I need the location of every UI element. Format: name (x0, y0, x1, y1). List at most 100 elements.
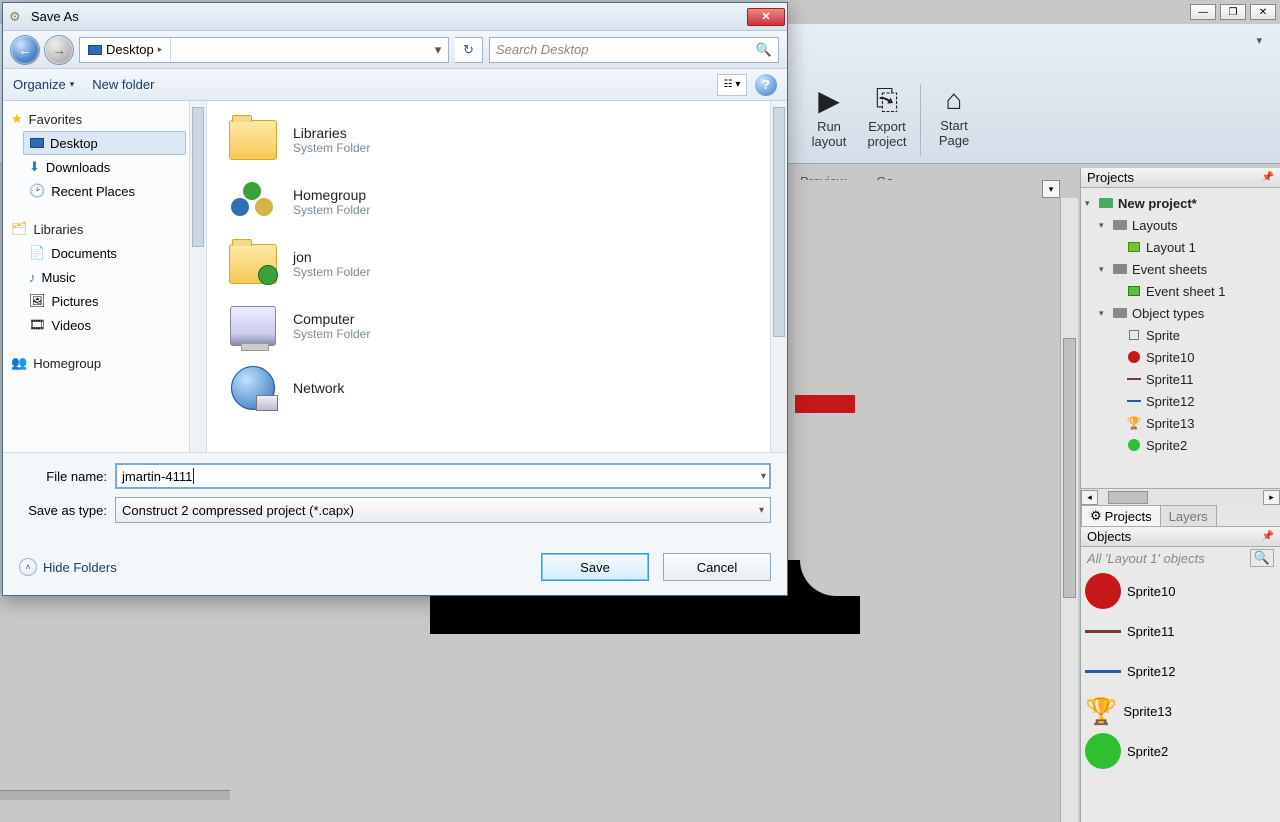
download-icon: ⬇ (29, 159, 40, 175)
file-name-label: File name: (19, 469, 107, 484)
desktop-icon (88, 45, 102, 55)
sprite10-instance[interactable] (795, 395, 855, 413)
view-mode-button[interactable]: ☷ ▾ (717, 74, 747, 96)
refresh-button[interactable]: ↻ (455, 37, 483, 63)
tree-event-sheets[interactable]: ▾Event sheets (1085, 258, 1278, 280)
save-as-dialog: ⚙ Save As ✕ ← → Desktop ▸ ▾ ↻ Search Des… (2, 2, 788, 596)
pin-icon[interactable]: 📌 (1262, 172, 1274, 183)
tree-sprite11[interactable]: Sprite11 (1085, 368, 1278, 390)
close-button[interactable]: ✕ (747, 8, 785, 26)
search-icon: 🔍 (756, 42, 772, 58)
run-layout-button[interactable]: ▶ Run layout (800, 84, 858, 156)
sidebar-videos[interactable]: 🎞Videos (11, 313, 206, 337)
tree-sprite13[interactable]: 🏆Sprite13 (1085, 412, 1278, 434)
export-icon: ⎘ (876, 84, 898, 117)
file-name-input[interactable]: jmartin-4111 ▾ (115, 463, 771, 489)
tree-layouts[interactable]: ▾Layouts (1085, 214, 1278, 236)
favorites-header[interactable]: ★Favorites (11, 107, 206, 131)
canvas-dropdown[interactable]: ▾ (1042, 180, 1060, 198)
ribbon-expand-icon[interactable]: ▾ (1256, 34, 1262, 47)
item-homegroup[interactable]: HomegroupSystem Folder (227, 171, 787, 233)
cancel-button[interactable]: Cancel (663, 553, 771, 581)
homegroup-header[interactable]: 👥Homegroup (11, 351, 206, 375)
organize-menu[interactable]: Organize ▾ (13, 77, 74, 92)
obj-sprite11[interactable]: Sprite11 (1085, 611, 1276, 651)
obj-sprite13[interactable]: 🏆Sprite13 (1085, 691, 1276, 731)
form-area: File name: jmartin-4111 ▾ Save as type: … (3, 452, 787, 543)
save-as-type-combo[interactable]: Construct 2 compressed project (*.capx) … (115, 497, 771, 523)
run-layout-label: Run layout (802, 119, 856, 149)
dialog-titlebar[interactable]: ⚙ Save As ✕ (3, 3, 787, 31)
tree-layout1[interactable]: Layout 1 (1085, 236, 1278, 258)
pin-icon[interactable]: 📌 (1262, 531, 1274, 542)
pictures-icon: 🖼 (29, 293, 46, 309)
sidebar-recent-places[interactable]: 🕑Recent Places (11, 179, 206, 203)
sidebar-pictures[interactable]: 🖼Pictures (11, 289, 206, 313)
videos-icon: 🎞 (29, 317, 46, 333)
objects-filter[interactable]: All 'Layout 1' objects 🔍 (1081, 547, 1280, 569)
nav-back-button[interactable]: ← (11, 36, 39, 64)
hide-folders-button[interactable]: ˄ Hide Folders (19, 558, 117, 576)
play-icon: ▶ (818, 84, 840, 117)
breadcrumb-dropdown[interactable]: ▾ (428, 42, 448, 58)
start-page-button[interactable]: ⌂ Start Page (925, 84, 983, 156)
item-computer[interactable]: ComputerSystem Folder (227, 295, 787, 357)
tab-layers[interactable]: Layers (1160, 505, 1217, 526)
documents-icon: 📄 (29, 245, 45, 261)
folder-icon (229, 120, 277, 160)
help-button[interactable]: ? (755, 74, 777, 96)
item-network[interactable]: Network (227, 357, 787, 419)
projects-panel-header[interactable]: Projects 📌 (1081, 168, 1280, 188)
right-panels: Projects 📌 ▾New project* ▾Layouts Layout… (1080, 168, 1280, 822)
tree-root[interactable]: ▾New project* (1085, 192, 1278, 214)
search-input[interactable]: Search Desktop 🔍 (489, 37, 779, 63)
libraries-header[interactable]: 🗂Libraries (11, 217, 206, 241)
item-libraries[interactable]: LibrariesSystem Folder (227, 109, 787, 171)
home-icon: ⌂ (946, 84, 963, 116)
tree-event-sheet1[interactable]: Event sheet 1 (1085, 280, 1278, 302)
project-tree[interactable]: ▾New project* ▾Layouts Layout 1 ▾Event s… (1081, 188, 1280, 488)
nav-forward-button[interactable]: → (45, 36, 73, 64)
scroll-left-icon[interactable]: ◂ (1081, 490, 1098, 505)
tab-projects[interactable]: ⚙Projects (1081, 505, 1161, 526)
obj-sprite10[interactable]: Sprite10 (1085, 571, 1276, 611)
tree-sprite[interactable]: Sprite (1085, 324, 1278, 346)
chevron-down-icon[interactable]: ▾ (759, 505, 764, 516)
item-jon[interactable]: jonSystem Folder (227, 233, 787, 295)
filter-search-icon[interactable]: 🔍 (1250, 549, 1274, 567)
tree-sprite12[interactable]: Sprite12 (1085, 390, 1278, 412)
sidebar-music[interactable]: ♪Music (11, 265, 206, 289)
obj-sprite2[interactable]: Sprite2 (1085, 731, 1276, 771)
minimize-button[interactable]: — (1190, 4, 1216, 20)
breadcrumb[interactable]: Desktop ▸ ▾ (79, 37, 449, 63)
sidebar-documents[interactable]: 📄Documents (11, 241, 206, 265)
export-project-button[interactable]: ⎘ Export project (858, 84, 916, 156)
objects-panel-title: Objects (1087, 529, 1131, 544)
app-close-button[interactable]: ✕ (1250, 4, 1276, 20)
tree-object-types[interactable]: ▾Object types (1085, 302, 1278, 324)
content-scrollbar[interactable] (770, 101, 787, 452)
breadcrumb-desktop[interactable]: Desktop ▸ (80, 38, 171, 62)
recent-icon: 🕑 (29, 183, 45, 199)
sidebar-downloads[interactable]: ⬇Downloads (11, 155, 206, 179)
canvas-vscroll[interactable] (1060, 198, 1078, 822)
tree-hscroll[interactable]: ◂ ▸ (1081, 488, 1280, 505)
nav-row: ← → Desktop ▸ ▾ ↻ Search Desktop 🔍 (3, 31, 787, 69)
objects-list[interactable]: Sprite10 Sprite11 Sprite12 🏆Sprite13 Spr… (1081, 569, 1280, 822)
sidebar-desktop[interactable]: Desktop (23, 131, 186, 155)
sidebar-scrollbar[interactable] (189, 101, 206, 452)
new-folder-button[interactable]: New folder (92, 77, 154, 92)
objects-panel-header[interactable]: Objects 📌 (1081, 527, 1280, 547)
scroll-right-icon[interactable]: ▸ (1263, 490, 1280, 505)
desktop-icon (30, 138, 44, 148)
tree-sprite10[interactable]: Sprite10 (1085, 346, 1278, 368)
save-button[interactable]: Save (541, 553, 649, 581)
computer-icon (230, 306, 276, 346)
obj-sprite12[interactable]: Sprite12 (1085, 651, 1276, 691)
maximize-button[interactable]: ❐ (1220, 4, 1246, 20)
panel-divider[interactable] (0, 790, 230, 800)
file-list[interactable]: LibrariesSystem Folder HomegroupSystem F… (207, 101, 787, 452)
chevron-down-icon[interactable]: ▾ (761, 471, 766, 482)
tree-sprite2[interactable]: Sprite2 (1085, 434, 1278, 456)
star-icon: ★ (11, 111, 23, 127)
